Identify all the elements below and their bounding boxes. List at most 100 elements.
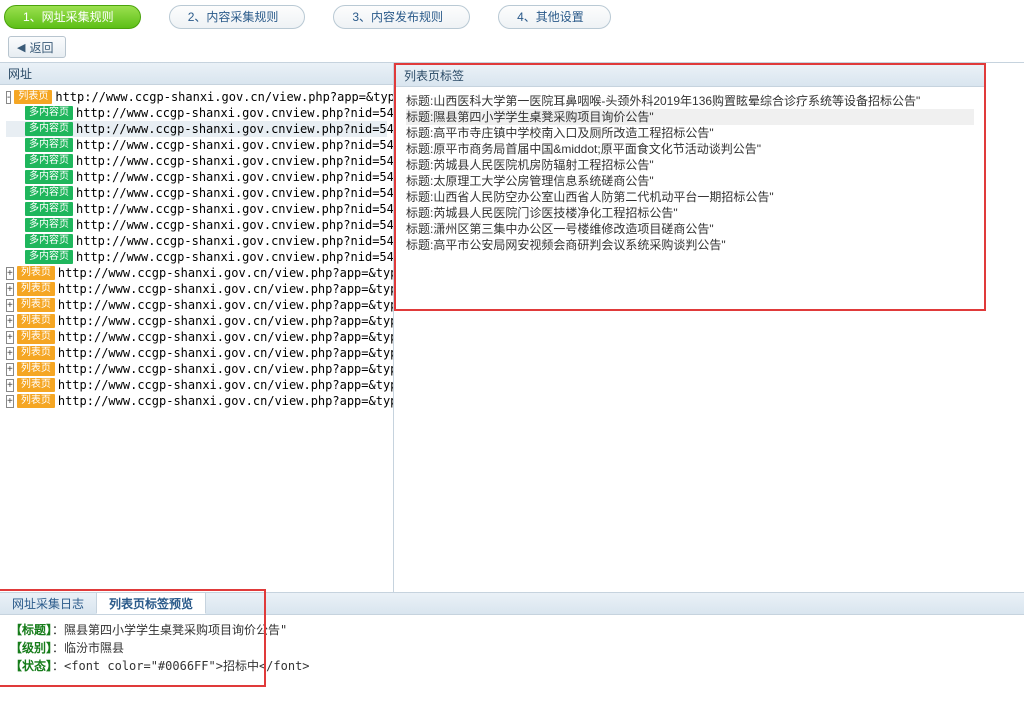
- tree-url: http://www.ccgp-shanxi.gov.cn/view.php?a…: [58, 345, 393, 361]
- tree-url: http://www.ccgp-shanxi.gov.cnview.php?ni…: [76, 169, 393, 185]
- expand-icon[interactable]: +: [6, 331, 14, 344]
- list-page-tag: 列表页: [17, 314, 55, 328]
- expand-icon[interactable]: +: [6, 283, 14, 296]
- list-item[interactable]: 标题:太原理工大学公房管理信息系统磋商公告": [406, 173, 974, 189]
- list-page-tag: 列表页: [14, 90, 52, 104]
- expand-icon[interactable]: +: [6, 379, 14, 392]
- content-page-tag: 多内容页: [25, 106, 73, 120]
- content-page-tag: 多内容页: [25, 154, 73, 168]
- list-page-tag: 列表页: [17, 346, 55, 360]
- expand-icon[interactable]: +: [6, 299, 14, 312]
- content-page-tag: 多内容页: [25, 218, 73, 232]
- tree-row[interactable]: 多内容页http://www.ccgp-shanxi.gov.cnview.ph…: [6, 249, 387, 265]
- preview-row: 【标题】：隰县第四小学学生桌凳采购项目询价公告": [10, 621, 1014, 639]
- tree-row[interactable]: +列表页http://www.ccgp-shanxi.gov.cn/view.p…: [6, 265, 387, 281]
- left-header: 网址: [0, 63, 393, 85]
- tree-url: http://www.ccgp-shanxi.gov.cn/view.php?a…: [58, 377, 393, 393]
- list-item[interactable]: 标题:潇州区第三集中办公区一号楼维修改造项目磋商公告": [406, 221, 974, 237]
- wizard-tab[interactable]: 4、其他设置: [498, 5, 611, 29]
- wizard-tab[interactable]: 2、内容采集规则: [169, 5, 306, 29]
- preview-row: 【级别】：临汾市隰县: [10, 639, 1014, 657]
- right-list[interactable]: 标题:山西医科大学第一医院耳鼻咽喉-头颈外科2019年136购置眩晕综合诊疗系统…: [396, 87, 984, 259]
- tree-row[interactable]: 多内容页http://www.ccgp-shanxi.gov.cnview.ph…: [6, 185, 387, 201]
- list-item[interactable]: 标题:原平市商务局首届中国&middot;原平面食文化节活动谈判公告": [406, 141, 974, 157]
- content-page-tag: 多内容页: [25, 202, 73, 216]
- tree-url: http://www.ccgp-shanxi.gov.cn/view.php?a…: [58, 313, 393, 329]
- list-item[interactable]: 标题:高平市寺庄镇中学校南入口及厕所改造工程招标公告": [406, 125, 974, 141]
- expand-icon[interactable]: +: [6, 315, 14, 328]
- left-panel: 网址 -列表页http://www.ccgp-shanxi.gov.cn/vie…: [0, 63, 394, 592]
- list-item[interactable]: 标题:芮城县人民医院门诊医技楼净化工程招标公告": [406, 205, 974, 221]
- right-redbox: 列表页标签 标题:山西医科大学第一医院耳鼻咽喉-头颈外科2019年136购置眩晕…: [394, 63, 986, 311]
- preview-value: ：<font color="#0066FF">招标中</font>: [52, 659, 310, 673]
- tree-url: http://www.ccgp-shanxi.gov.cnview.php?ni…: [76, 137, 393, 153]
- list-item[interactable]: 标题:芮城县人民医院机房防辐射工程招标公告": [406, 157, 974, 173]
- bottom-tab[interactable]: 网址采集日志: [0, 593, 96, 614]
- expand-icon[interactable]: +: [6, 267, 14, 280]
- wizard-tab[interactable]: 1、网址采集规则: [4, 5, 141, 29]
- tree-row[interactable]: 多内容页http://www.ccgp-shanxi.gov.cnview.ph…: [6, 217, 387, 233]
- expand-icon[interactable]: +: [6, 363, 14, 376]
- back-button[interactable]: ◀ 返回: [8, 36, 66, 58]
- tree-row[interactable]: +列表页http://www.ccgp-shanxi.gov.cn/view.p…: [6, 345, 387, 361]
- bottom-panel: 网址采集日志列表页标签预览 【标题】：隰县第四小学学生桌凳采购项目询价公告"【级…: [0, 592, 1024, 695]
- tree-url: http://www.ccgp-shanxi.gov.cn/view.php?a…: [58, 297, 393, 313]
- tree-row[interactable]: 多内容页http://www.ccgp-shanxi.gov.cnview.ph…: [6, 201, 387, 217]
- list-page-tag: 列表页: [17, 298, 55, 312]
- expand-icon[interactable]: +: [6, 395, 14, 408]
- main-split: 网址 -列表页http://www.ccgp-shanxi.gov.cn/vie…: [0, 62, 1024, 592]
- preview-key: 【状态】: [10, 659, 52, 673]
- tree-url: http://www.ccgp-shanxi.gov.cn/view.php?a…: [55, 89, 393, 105]
- content-page-tag: 多内容页: [25, 250, 73, 264]
- wizard-tab[interactable]: 3、内容发布规则: [333, 5, 470, 29]
- tree-url: http://www.ccgp-shanxi.gov.cn/view.php?a…: [58, 329, 393, 345]
- list-page-tag: 列表页: [17, 394, 55, 408]
- content-page-tag: 多内容页: [25, 138, 73, 152]
- bottom-content: 【标题】：隰县第四小学学生桌凳采购项目询价公告"【级别】：临汾市隰县【状态】：<…: [0, 615, 1024, 695]
- tree-row[interactable]: +列表页http://www.ccgp-shanxi.gov.cn/view.p…: [6, 329, 387, 345]
- list-item[interactable]: 标题:隰县第四小学学生桌凳采购项目询价公告": [406, 109, 974, 125]
- list-item[interactable]: 标题:山西省人民防空办公室山西省人防第二代机动平台一期招标公告": [406, 189, 974, 205]
- tree-row[interactable]: +列表页http://www.ccgp-shanxi.gov.cn/view.p…: [6, 313, 387, 329]
- tree-row[interactable]: 多内容页http://www.ccgp-shanxi.gov.cnview.ph…: [6, 105, 387, 121]
- list-page-tag: 列表页: [17, 378, 55, 392]
- tree-row[interactable]: 多内容页http://www.ccgp-shanxi.gov.cnview.ph…: [6, 169, 387, 185]
- tree-row[interactable]: +列表页http://www.ccgp-shanxi.gov.cn/view.p…: [6, 361, 387, 377]
- tree-url: http://www.ccgp-shanxi.gov.cn/view.php?a…: [58, 361, 393, 377]
- collapse-icon[interactable]: -: [6, 91, 11, 104]
- right-header: 列表页标签: [396, 65, 984, 87]
- list-item[interactable]: 标题:山西医科大学第一医院耳鼻咽喉-头颈外科2019年136购置眩晕综合诊疗系统…: [406, 93, 974, 109]
- tree-row[interactable]: +列表页http://www.ccgp-shanxi.gov.cn/view.p…: [6, 393, 387, 409]
- tree-row[interactable]: 多内容页http://www.ccgp-shanxi.gov.cnview.ph…: [6, 137, 387, 153]
- preview-key: 【级别】: [10, 641, 52, 655]
- tree-row[interactable]: 多内容页http://www.ccgp-shanxi.gov.cnview.ph…: [6, 153, 387, 169]
- tree-url: http://www.ccgp-shanxi.gov.cn/view.php?a…: [58, 393, 393, 409]
- back-bar: ◀ 返回: [0, 30, 1024, 62]
- right-wrap: 列表页标签 标题:山西医科大学第一医院耳鼻咽喉-头颈外科2019年136购置眩晕…: [394, 63, 1024, 592]
- bottom-tabs: 网址采集日志列表页标签预览: [0, 593, 1024, 615]
- preview-key: 【标题】: [10, 623, 52, 637]
- content-page-tag: 多内容页: [25, 186, 73, 200]
- tree-row[interactable]: 多内容页http://www.ccgp-shanxi.gov.cnview.ph…: [6, 233, 387, 249]
- bottom-tab[interactable]: 列表页标签预览: [96, 592, 206, 614]
- list-page-tag: 列表页: [17, 330, 55, 344]
- tree-row[interactable]: 多内容页http://www.ccgp-shanxi.gov.cnview.ph…: [6, 121, 387, 137]
- tree-url: http://www.ccgp-shanxi.gov.cnview.php?ni…: [76, 233, 393, 249]
- wizard-tabs: 1、网址采集规则 2、内容采集规则 3、内容发布规则 4、其他设置: [0, 0, 1024, 30]
- expand-icon[interactable]: +: [6, 347, 14, 360]
- preview-row: 【状态】：<font color="#0066FF">招标中</font>: [10, 657, 1014, 675]
- tree-row[interactable]: -列表页http://www.ccgp-shanxi.gov.cn/view.p…: [6, 89, 387, 105]
- list-page-tag: 列表页: [17, 282, 55, 296]
- tree-row[interactable]: +列表页http://www.ccgp-shanxi.gov.cn/view.p…: [6, 377, 387, 393]
- tree-url: http://www.ccgp-shanxi.gov.cnview.php?ni…: [76, 201, 393, 217]
- tree-url: http://www.ccgp-shanxi.gov.cnview.php?ni…: [76, 105, 393, 121]
- tree-url: http://www.ccgp-shanxi.gov.cn/view.php?a…: [58, 281, 393, 297]
- tree-row[interactable]: +列表页http://www.ccgp-shanxi.gov.cn/view.p…: [6, 281, 387, 297]
- tree-row[interactable]: +列表页http://www.ccgp-shanxi.gov.cn/view.p…: [6, 297, 387, 313]
- back-label: 返回: [29, 39, 53, 56]
- content-page-tag: 多内容页: [25, 234, 73, 248]
- list-item[interactable]: 标题:高平市公安局网安视频会商研判会议系统采购谈判公告": [406, 237, 974, 253]
- url-tree[interactable]: -列表页http://www.ccgp-shanxi.gov.cn/view.p…: [0, 85, 393, 592]
- preview-value: ：临汾市隰县: [52, 641, 124, 655]
- tree-url: http://www.ccgp-shanxi.gov.cnview.php?ni…: [76, 121, 393, 137]
